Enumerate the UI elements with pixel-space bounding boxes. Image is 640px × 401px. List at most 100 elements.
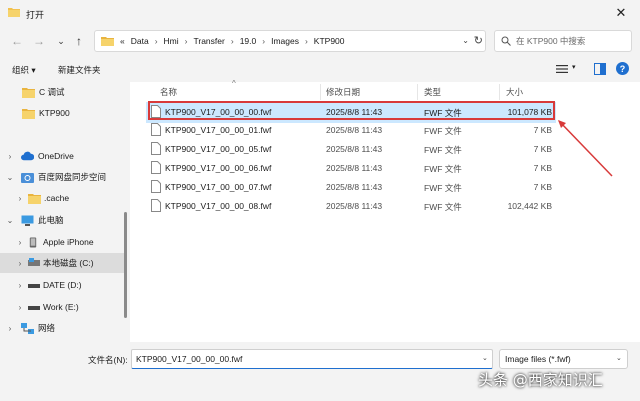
file-icon <box>151 123 161 136</box>
folder-app-icon <box>8 8 20 17</box>
breadcrumb-item[interactable]: Transfer <box>194 36 225 46</box>
sidebar-item-ktp900[interactable]: KTP900 <box>0 103 124 123</box>
file-type: FWF 文件 <box>424 145 462 155</box>
close-button[interactable]: ✕ <box>602 0 640 26</box>
navigation-bar: ← → ⌄ ↑ « Data › Hmi › Transfer › 19.0 ›… <box>0 26 640 56</box>
file-type: FWF 文件 <box>424 108 462 118</box>
sidebar-item-network[interactable]: › 网络 <box>0 318 124 338</box>
expand-chevron-icon[interactable]: › <box>16 194 24 203</box>
file-row[interactable]: KTP900_V17_00_00_06.fwf 2025/8/8 11:43 F… <box>146 158 556 179</box>
breadcrumb-item[interactable]: 19.0 <box>240 36 257 46</box>
search-icon <box>501 36 511 46</box>
column-header-size[interactable]: 大小 <box>506 86 523 98</box>
sidebar-item-label: Apple iPhone <box>43 237 94 247</box>
sidebar-item-label: 本地磁盘 (C:) <box>43 258 94 268</box>
back-button[interactable]: ← <box>8 32 26 50</box>
window-title: 打开 <box>26 10 45 20</box>
filetype-select[interactable]: Image files (*.fwf) <box>499 349 628 369</box>
filename-label: 文件名(N): <box>88 355 128 365</box>
search-input[interactable]: 在 KTP900 中搜索 <box>494 30 632 52</box>
folder-icon <box>101 37 114 46</box>
file-name: KTP900_V17_00_00_06.fwf <box>165 163 272 173</box>
breadcrumb-item[interactable]: Hmi <box>164 36 179 46</box>
refresh-icon[interactable]: ↻ <box>474 34 483 47</box>
file-date: 2025/8/8 11:43 <box>326 107 383 117</box>
sidebar-item-onedrive[interactable]: › OneDrive <box>0 146 124 166</box>
view-options-icon[interactable] <box>556 64 568 74</box>
expand-chevron-icon[interactable]: › <box>16 281 24 290</box>
breadcrumb-item[interactable]: Images <box>271 36 299 46</box>
expand-chevron-icon[interactable]: › <box>16 238 24 247</box>
collapse-chevron-icon[interactable]: ⌄ <box>6 173 14 182</box>
file-name: KTP900_V17_00_00_05.fwf <box>165 144 272 154</box>
column-header-date[interactable]: 修改日期 <box>326 86 360 98</box>
recent-locations-button[interactable]: ⌄ <box>52 32 70 50</box>
sidebar-item-apple-iphone[interactable]: › Apple iPhone <box>0 232 124 252</box>
file-name: KTP900_V17_00_00_01.fwf <box>165 125 272 135</box>
title-bar: 打开 ✕ <box>0 0 640 26</box>
file-name: KTP900_V17_00_00_00.fwf <box>165 107 272 117</box>
column-divider[interactable] <box>417 84 418 100</box>
expand-chevron-icon[interactable]: › <box>6 324 14 333</box>
up-button[interactable]: ↑ <box>70 32 88 50</box>
navigation-pane: C 调试 KTP900 › OneDrive ⌄ 百度网盘同步空间 › .cac… <box>0 82 128 342</box>
new-folder-button[interactable]: 新建文件夹 <box>58 64 101 76</box>
sidebar-item-cache[interactable]: › .cache <box>0 188 124 208</box>
file-row[interactable]: KTP900_V17_00_00_01.fwf 2025/8/8 11:43 F… <box>146 120 556 141</box>
filetype-dropdown-icon[interactable]: ⌄ <box>616 354 622 362</box>
expand-chevron-icon[interactable]: › <box>16 303 24 312</box>
column-header-type[interactable]: 类型 <box>424 86 441 98</box>
sort-ascending-icon: ^ <box>232 79 236 88</box>
sidebar-item-date-d[interactable]: › DATE (D:) <box>0 275 124 295</box>
collapse-chevron-icon[interactable]: ⌄ <box>6 216 14 225</box>
sidebar-item-local-disk-c[interactable]: › 本地磁盘 (C:) <box>0 253 124 273</box>
sidebar-item-this-pc[interactable]: ⌄ 此电脑 <box>0 210 124 230</box>
sidebar-item-baidu-sync[interactable]: ⌄ 百度网盘同步空间 <box>0 167 124 187</box>
view-chevron-icon[interactable]: ▾ <box>572 63 576 71</box>
breadcrumb-item[interactable]: KTP900 <box>314 36 345 46</box>
sidebar-item-c-debug[interactable]: C 调试 <box>0 82 124 102</box>
folder-icon <box>22 87 35 98</box>
drive-icon <box>28 305 40 310</box>
address-bar[interactable]: « Data › Hmi › Transfer › 19.0 › Images … <box>94 30 486 52</box>
file-row[interactable]: KTP900_V17_00_00_05.fwf 2025/8/8 11:43 F… <box>146 139 556 160</box>
address-dropdown-icon[interactable]: ⌄ <box>462 36 469 45</box>
forward-button[interactable]: → <box>30 32 48 50</box>
address-overflow-icon[interactable]: « <box>120 36 125 46</box>
column-divider[interactable] <box>320 84 321 100</box>
chevron-down-icon: ⌄ <box>57 35 65 46</box>
preview-pane-icon[interactable] <box>594 63 606 75</box>
file-row[interactable]: KTP900_V17_00_00_07.fwf 2025/8/8 11:43 F… <box>146 177 556 198</box>
expand-chevron-icon[interactable]: › <box>6 152 14 161</box>
filename-dropdown-icon[interactable]: ⌄ <box>482 354 488 362</box>
column-divider[interactable] <box>499 84 500 100</box>
sidebar-item-label: .cache <box>44 193 70 203</box>
search-placeholder: 在 KTP900 中搜索 <box>516 36 586 46</box>
breadcrumb-separator-icon: › <box>230 36 234 46</box>
breadcrumb-separator-icon: › <box>304 36 308 46</box>
file-type: FWF 文件 <box>424 126 462 136</box>
file-size: 7 KB <box>533 125 552 135</box>
breadcrumb-item[interactable]: Data <box>131 36 149 46</box>
expand-chevron-icon[interactable]: › <box>16 259 24 268</box>
column-header-name[interactable]: 名称 <box>160 86 177 98</box>
sidebar-item-label: DATE (D:) <box>43 280 82 290</box>
sidebar-scrollbar[interactable] <box>124 212 127 318</box>
file-size: 7 KB <box>533 144 552 154</box>
file-icon <box>151 161 161 174</box>
filename-input[interactable]: KTP900_V17_00_00_00.fwf <box>131 349 493 369</box>
file-row[interactable]: KTP900_V17_00_00_08.fwf 2025/8/8 11:43 F… <box>146 196 556 217</box>
forward-arrow-icon: → <box>33 34 45 48</box>
sidebar-item-work-e[interactable]: › Work (E:) <box>0 297 124 317</box>
computer-icon <box>21 215 34 226</box>
file-icon <box>151 105 161 118</box>
sidebar-item-label: 网络 <box>38 323 56 333</box>
file-type: FWF 文件 <box>424 202 462 212</box>
file-date: 2025/8/8 11:43 <box>326 163 383 173</box>
organize-button[interactable]: 组织 ▾ <box>12 64 36 76</box>
close-icon: ✕ <box>615 5 627 20</box>
file-icon <box>151 180 161 193</box>
help-icon[interactable]: ? <box>616 62 629 75</box>
command-bar: 组织 ▾ 新建文件夹 ▾ ? <box>0 56 640 82</box>
up-arrow-icon: ↑ <box>76 34 82 48</box>
